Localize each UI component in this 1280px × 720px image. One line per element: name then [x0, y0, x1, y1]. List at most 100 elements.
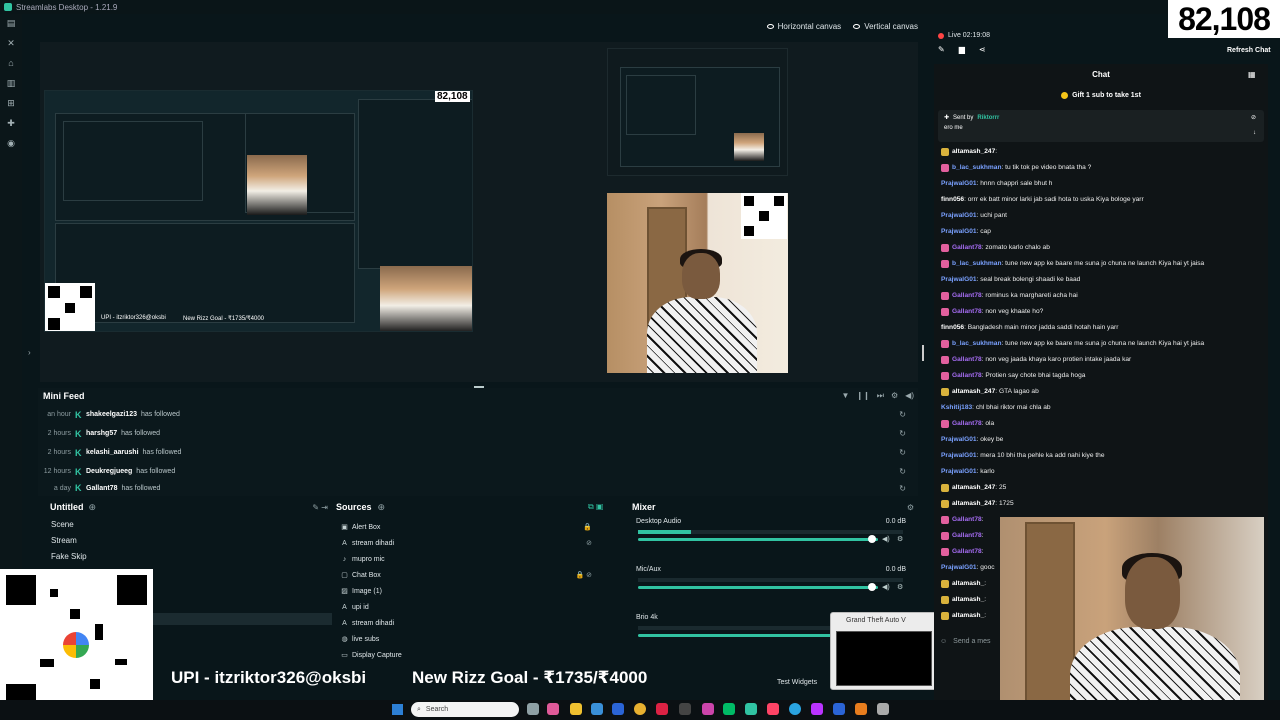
chat-username[interactable]: PrajwalG01: [941, 466, 977, 478]
mute-icon[interactable]: ◀): [882, 535, 890, 543]
source-tools-icon[interactable]: ⧉ ▣: [588, 502, 604, 512]
source-item[interactable]: ♪ mupro mic: [336, 551, 626, 567]
app-icon[interactable]: [679, 703, 691, 715]
app-icon[interactable]: [811, 703, 823, 715]
vertical-canvas-toggle[interactable]: Vertical canvas: [853, 22, 918, 31]
pause-icon[interactable]: ❙❙: [856, 391, 869, 401]
add-source-icon[interactable]: ⊕: [378, 502, 386, 513]
source-item[interactable]: ▢ Chat Box 🔒 ⊘: [336, 567, 626, 583]
volume-slider[interactable]: [638, 538, 878, 541]
repeat-icon[interactable]: ↻: [899, 448, 906, 457]
chat-username[interactable]: altamash_247: [952, 498, 995, 510]
send-message-input[interactable]: ☺ Send a mes: [940, 634, 1000, 648]
horizontal-preview[interactable]: 82,108 UPI - itzriktor326@oksbi New Rizz…: [44, 90, 473, 332]
file-explorer-icon[interactable]: [570, 703, 582, 715]
clip-icon[interactable]: ▆: [959, 45, 965, 54]
source-item[interactable]: ◍ live subs: [336, 631, 626, 647]
highlighter-icon[interactable]: ✚: [6, 118, 17, 129]
apps-icon[interactable]: ⊞: [6, 98, 17, 109]
refresh-chat-button[interactable]: Refresh Chat: [1227, 47, 1271, 54]
add-scene-icon[interactable]: ⊕: [89, 502, 97, 513]
telegram-icon[interactable]: [789, 703, 801, 715]
source-item[interactable]: ▣ Alert Box 🔒: [336, 519, 626, 535]
chat-username[interactable]: PrajwalG01: [941, 450, 977, 462]
vertical-preview-cam[interactable]: [607, 193, 788, 373]
chat-username[interactable]: PrajwalG01: [941, 434, 977, 446]
source-item[interactable]: Astream dihadi ⊘: [336, 535, 626, 551]
filter-icon[interactable]: ▼: [841, 391, 849, 401]
scene-item[interactable]: Stream: [42, 533, 332, 549]
chat-username[interactable]: b_lac_sukhman: [952, 338, 1001, 350]
gift-sub-banner[interactable]: Gift 1 sub to take 1st: [934, 88, 1268, 102]
gta-window-preview[interactable]: Grand Theft Auto V: [830, 612, 937, 690]
app-icon[interactable]: [702, 703, 714, 715]
themes-icon[interactable]: ▥: [6, 78, 17, 89]
chat-users-icon[interactable]: ▦: [1248, 70, 1256, 79]
preview-scrollbar[interactable]: [922, 345, 924, 361]
arrow-down-icon[interactable]: ↓: [1253, 130, 1256, 136]
tools-icon[interactable]: ✕: [6, 38, 17, 49]
horizontal-canvas-toggle[interactable]: Horizontal canvas: [766, 22, 841, 31]
test-widgets-button[interactable]: Test Widgets: [777, 679, 817, 686]
chat-username[interactable]: Kshitij183: [941, 402, 972, 414]
chrome-icon[interactable]: [634, 703, 646, 715]
repeat-icon[interactable]: ↻: [899, 410, 906, 419]
collapse-arrow-icon[interactable]: ›: [28, 348, 31, 357]
chat-username[interactable]: PrajwalG01: [941, 178, 977, 190]
chat-username[interactable]: PrajwalG01: [941, 562, 977, 574]
channel-settings-icon[interactable]: ⚙: [897, 535, 903, 543]
app-icon[interactable]: [656, 703, 668, 715]
app-icon[interactable]: [723, 703, 735, 715]
chat-username[interactable]: PrajwalG01: [941, 210, 977, 222]
unpin-icon[interactable]: ⊘: [1251, 114, 1256, 121]
chat-username[interactable]: Gallant78: [952, 370, 982, 382]
chat-username[interactable]: altamash_247: [952, 482, 995, 494]
scene-collection-title[interactable]: Untitled: [50, 502, 84, 512]
scene-tools-icon[interactable]: ✎ ⇥: [312, 503, 328, 512]
vertical-preview-top[interactable]: [607, 48, 788, 176]
lock-icon[interactable]: 🔒 ⊘: [575, 571, 592, 579]
chat-username[interactable]: Gallant78: [952, 354, 982, 366]
taskbar-search[interactable]: ⌕ Search: [411, 702, 519, 717]
edit-stream-icon[interactable]: ✎: [938, 45, 945, 54]
chat-username[interactable]: altamash_: [952, 594, 984, 606]
chat-username[interactable]: PrajwalG01: [941, 226, 977, 238]
repeat-icon[interactable]: ↻: [899, 467, 906, 476]
app-icon[interactable]: [833, 703, 845, 715]
settings-icon[interactable]: ◉: [6, 138, 17, 149]
skip-icon[interactable]: ⏭: [877, 391, 884, 401]
chat-username[interactable]: Gallant78: [952, 514, 982, 526]
app-icon[interactable]: [877, 703, 889, 715]
chat-username[interactable]: altamash_247: [952, 146, 995, 158]
chat-username[interactable]: finn056: [941, 322, 964, 334]
source-item[interactable]: ▨ Image (1): [336, 583, 626, 599]
streamlabs-taskbar-icon[interactable]: [745, 703, 757, 715]
chat-username[interactable]: Gallant78: [952, 546, 982, 558]
chat-username[interactable]: b_lac_sukhman: [952, 258, 1001, 270]
hidden-icon[interactable]: ⊘: [586, 539, 592, 547]
lock-icon[interactable]: 🔒: [583, 523, 592, 531]
emoji-icon[interactable]: ☺: [940, 638, 947, 645]
copilot-icon[interactable]: [547, 703, 559, 715]
music-icon[interactable]: [767, 703, 779, 715]
chat-username[interactable]: altamash_247: [952, 386, 995, 398]
chat-username[interactable]: Gallant78: [952, 418, 982, 430]
windows-start-icon[interactable]: [392, 704, 403, 715]
scene-item[interactable]: Scene: [42, 517, 332, 533]
source-item[interactable]: Astream dihadi: [336, 615, 626, 631]
chat-username[interactable]: Gallant78: [952, 290, 982, 302]
chat-username[interactable]: Gallant78: [952, 530, 982, 542]
chat-username[interactable]: Gallant78: [952, 306, 982, 318]
chat-username[interactable]: finn056: [941, 194, 964, 206]
source-item[interactable]: Aupi id: [336, 599, 626, 615]
editor-icon[interactable]: ▤: [6, 18, 17, 29]
settings-icon[interactable]: ⚙: [891, 391, 898, 401]
share-icon[interactable]: ⋖: [979, 45, 986, 54]
store-icon[interactable]: [612, 703, 624, 715]
app-icon[interactable]: [855, 703, 867, 715]
edge-icon[interactable]: [591, 703, 603, 715]
volume-slider-knob[interactable]: [868, 535, 876, 543]
volume-icon[interactable]: ◀): [905, 391, 914, 401]
mute-icon[interactable]: ◀): [882, 583, 890, 591]
source-item[interactable]: ▭ Display Capture: [336, 647, 626, 663]
